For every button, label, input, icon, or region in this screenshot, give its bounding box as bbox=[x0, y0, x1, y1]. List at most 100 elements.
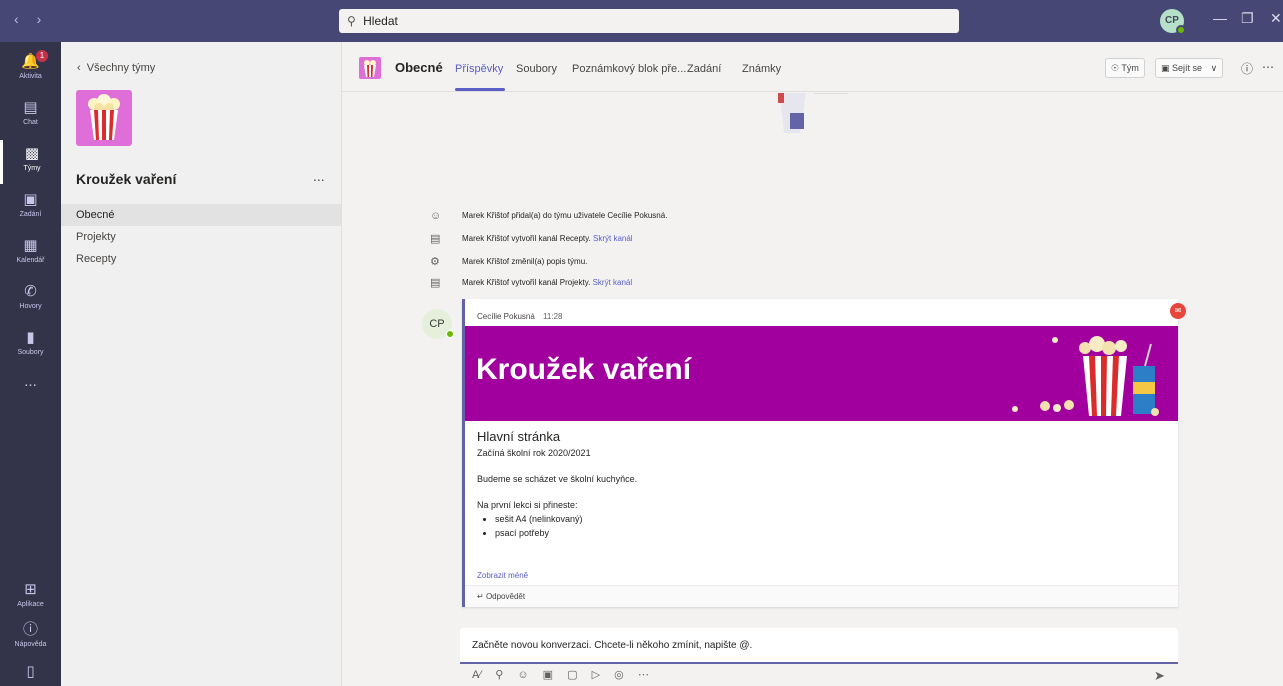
rail-label: Zadání bbox=[19, 211, 42, 218]
rail-item-files[interactable]: ▮ Soubory bbox=[0, 324, 61, 368]
bell-icon: 🔔 bbox=[21, 53, 40, 70]
tab-assignments[interactable]: Zadání bbox=[687, 63, 721, 75]
post-body: Hlavní stránka Začíná školní rok 2020/20… bbox=[477, 429, 1167, 540]
rail-label: Aplikace bbox=[17, 601, 44, 608]
rail-item-teams[interactable]: ▩ Týmy bbox=[0, 140, 61, 184]
rail-more-button[interactable]: ... bbox=[0, 368, 61, 412]
banner-title: Kroužek vaření bbox=[476, 353, 692, 386]
notification-badge: 1 bbox=[36, 50, 48, 62]
info-icon[interactable]: ⓘ bbox=[1241, 60, 1253, 77]
tab-grades[interactable]: Známky bbox=[742, 63, 781, 75]
tab-files[interactable]: Soubory bbox=[516, 63, 557, 75]
minimize-icon[interactable]: — bbox=[1213, 10, 1227, 26]
search-placeholder: Hledat bbox=[363, 14, 398, 28]
gif-icon[interactable]: ▣ bbox=[543, 669, 553, 681]
rail-item-activity[interactable]: 🔔 Aktivita 1 bbox=[0, 48, 61, 92]
rail-item-calls[interactable]: ✆ Hovory bbox=[0, 278, 61, 322]
post-paragraph: Na první lekci si přineste: bbox=[477, 500, 578, 510]
rail-item-calendar[interactable]: ▦ Kalendář bbox=[0, 232, 61, 276]
rail-label: Nápověda bbox=[14, 641, 47, 648]
active-tab-indicator bbox=[455, 88, 505, 91]
praise-icon[interactable]: ◎ bbox=[614, 669, 624, 681]
event-text: Marek Křištof vytvořil kanál Recepty. bbox=[462, 234, 591, 243]
event-text: Marek Křištof přidal(a) do týmu uživatel… bbox=[462, 211, 668, 220]
channel-item-projekty[interactable]: Projekty bbox=[61, 226, 341, 248]
chat-icon: ▤ bbox=[23, 99, 38, 116]
popcorn-icon bbox=[364, 60, 376, 77]
format-icon[interactable]: A⁄ bbox=[472, 669, 481, 681]
new-conversation-input[interactable]: Začněte novou konverzaci. Chcete-li něko… bbox=[460, 628, 1178, 664]
sticker-icon[interactable]: ▢ bbox=[567, 669, 577, 681]
post-card: Cecílie Pokusná 11:28 ✉ Kroužek vaření H… bbox=[462, 299, 1186, 607]
eye-icon: ☉ bbox=[1111, 63, 1120, 73]
hide-channel-link[interactable]: Skrýt kanál bbox=[593, 234, 633, 243]
forward-arrow-icon[interactable]: › bbox=[37, 11, 42, 27]
rail-label: Aktivita bbox=[19, 73, 42, 80]
hide-channel-link[interactable]: Skrýt kanál bbox=[593, 278, 633, 287]
user-avatar[interactable]: CP bbox=[1160, 9, 1186, 35]
search-input[interactable]: ⚲ Hledat bbox=[339, 9, 959, 33]
app-rail: 🔔 Aktivita 1 ▤ Chat ▩ Týmy ▣ Zadání ▦ Ka… bbox=[0, 42, 61, 686]
back-to-teams-link[interactable]: ‹ Všechny týmy bbox=[77, 62, 155, 74]
reply-button[interactable]: ↵ Odpovědět bbox=[465, 585, 1178, 607]
team-name: Kroužek vaření bbox=[76, 171, 177, 187]
back-arrow-icon[interactable]: ‹ bbox=[14, 11, 19, 27]
attach-icon[interactable]: ⚲ bbox=[495, 669, 503, 681]
event-item: ▤ Marek Křištof vytvořil kanál Projekty.… bbox=[430, 274, 1162, 292]
channel-item-obecne[interactable]: Obecné bbox=[61, 204, 341, 226]
maximize-icon[interactable]: ❐ bbox=[1241, 10, 1254, 27]
mobile-icon: ▯ bbox=[26, 663, 35, 680]
author-avatar[interactable]: CP bbox=[422, 309, 454, 339]
conversation-feed: ☺ Marek Křištof přidal(a) do týmu uživat… bbox=[342, 93, 1283, 686]
search-icon: ⚲ bbox=[347, 14, 356, 28]
team-logo bbox=[76, 90, 132, 146]
rail-label: Chat bbox=[23, 119, 38, 126]
post-heading: Hlavní stránka bbox=[477, 429, 561, 444]
meet-button-label: Sejít se bbox=[1172, 63, 1203, 73]
meet-now-icon[interactable]: ▷ bbox=[592, 669, 600, 681]
chevron-down-icon: ∨ bbox=[1210, 63, 1218, 73]
team-button-label: Tým bbox=[1121, 63, 1139, 73]
rail-item-help[interactable]: ⓘ Nápověda bbox=[0, 616, 61, 660]
emoji-icon[interactable]: ☺ bbox=[517, 669, 528, 681]
team-button[interactable]: ☉ Tým bbox=[1105, 58, 1145, 78]
popcorn-icon bbox=[88, 94, 120, 140]
tab-notebook[interactable]: Poznámkový blok pře... bbox=[572, 63, 686, 75]
help-icon: ⓘ bbox=[22, 621, 38, 638]
title-bar: ‹ › ⚲ Hledat CP — ❐ ✕ bbox=[0, 0, 1283, 42]
back-label: Všechny týmy bbox=[86, 62, 156, 74]
presence-dot bbox=[1176, 25, 1186, 35]
event-item: ☺ Marek Křištof přidal(a) do týmu uživat… bbox=[430, 207, 1162, 225]
teams-icon: ▩ bbox=[24, 145, 40, 162]
list-item: sešit A4 (nelinkovaný) bbox=[495, 512, 1167, 526]
channel-icon: ▤ bbox=[430, 277, 441, 289]
channel-icon: ▤ bbox=[430, 233, 441, 245]
rail-item-apps[interactable]: ⊞ Aplikace bbox=[0, 576, 61, 620]
reply-icon: ↵ bbox=[477, 592, 484, 601]
reply-label: Odpovědět bbox=[485, 592, 526, 601]
close-icon[interactable]: ✕ bbox=[1270, 10, 1282, 27]
event-item: ▤ Marek Křištof vytvořil kanál Recepty. … bbox=[430, 230, 1162, 248]
team-more-button[interactable]: ... bbox=[313, 168, 325, 184]
post-meta: Cecílie Pokusná 11:28 bbox=[477, 312, 562, 321]
welcome-illustration bbox=[778, 93, 848, 133]
rail-item-mobile[interactable]: ▯ bbox=[0, 658, 61, 686]
compose-toolbar: A⁄ ⚲ ☺ ▣ ▢ ▷ ◎ ⋯ bbox=[472, 668, 660, 686]
chevron-left-icon: ‹ bbox=[77, 62, 81, 74]
rail-item-assignments[interactable]: ▣ Zadání bbox=[0, 186, 61, 230]
phone-icon: ✆ bbox=[24, 283, 37, 300]
apps-icon: ⊞ bbox=[24, 581, 37, 598]
author-initials: CP bbox=[429, 318, 445, 330]
send-button[interactable]: ➤ bbox=[1154, 668, 1165, 684]
post-time: 11:28 bbox=[543, 312, 563, 321]
list-item: psací potřeby bbox=[495, 526, 1167, 540]
more-options-icon[interactable]: ⋯ bbox=[1262, 60, 1274, 74]
announcement-banner: Kroužek vaření bbox=[465, 326, 1178, 421]
channel-item-recepty[interactable]: Recepty bbox=[61, 248, 341, 270]
more-options-icon[interactable]: ⋯ bbox=[638, 669, 649, 681]
show-less-link[interactable]: Zobrazit méně bbox=[477, 571, 528, 580]
post-author[interactable]: Cecílie Pokusná bbox=[477, 312, 535, 321]
tab-posts[interactable]: Příspěvky bbox=[455, 63, 503, 75]
rail-item-chat[interactable]: ▤ Chat bbox=[0, 94, 61, 138]
meet-button[interactable]: ▣ Sejít se ∨ bbox=[1155, 58, 1224, 78]
